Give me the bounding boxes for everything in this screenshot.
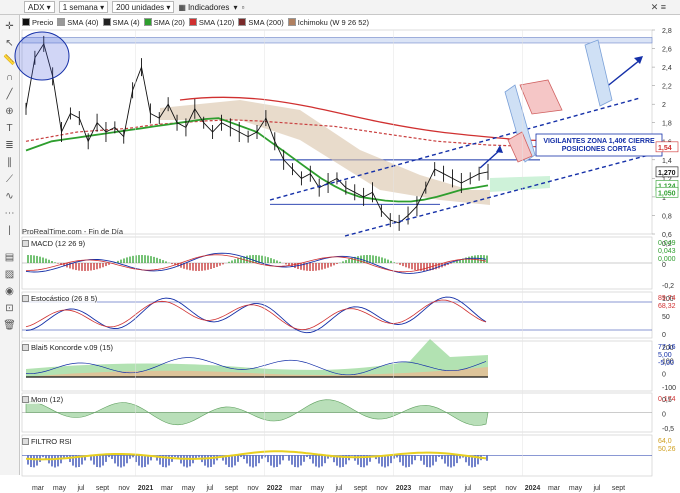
rsi-title: FILTRO RSI: [31, 437, 72, 446]
x-axis-label: may: [440, 485, 454, 492]
x-axis-label: mar: [548, 485, 561, 492]
x-axis-label: jul: [76, 485, 84, 492]
chart-canvas[interactable]: 2,82,62,42,221,81,61,41,210,80,61,541,27…: [0, 0, 680, 493]
stoch-value-label: 68,32: [658, 303, 676, 310]
x-axis-label: jul: [334, 485, 342, 492]
mom-value-label: 0,174: [658, 396, 676, 403]
panel-icon: [22, 295, 29, 302]
price-axis-label: 2,8: [662, 28, 672, 35]
x-axis-label: sept: [483, 485, 496, 492]
resistance-band: [21, 37, 653, 44]
price-axis-label: 2: [662, 102, 666, 109]
x-axis-label: sept: [612, 485, 625, 492]
price-value-label: 1,050: [658, 190, 676, 197]
x-axis-label: may: [311, 485, 325, 492]
x-axis-label: 2023: [396, 485, 412, 492]
data-source-label: ProRealTime.com - Fin de Día: [22, 227, 124, 236]
x-axis-label: nov: [505, 485, 517, 492]
macd-value-label: 0,049: [658, 240, 676, 247]
mom-title: Mom (12): [31, 395, 64, 404]
mom-axis-label: -0,5: [662, 426, 674, 433]
x-axis-label: nov: [247, 485, 259, 492]
koncorde-value-label: -5,00: [658, 360, 674, 367]
panel-icon: [22, 240, 29, 247]
price-axis-label: 0,6: [662, 232, 672, 239]
stoch-title: Estocástico (26 8 5): [31, 294, 98, 303]
stoch-axis-label: 0: [662, 332, 666, 339]
stoch-panel-title: Estocástico (26 8 5): [22, 294, 98, 303]
price-axis-label: 2,2: [662, 84, 672, 91]
macd-panel-title: MACD (12 26 9): [22, 239, 86, 248]
macd-axis-label: 0: [662, 262, 666, 269]
x-axis-label: sept: [96, 485, 109, 492]
price-value-label: 1,270: [658, 170, 676, 177]
macd-title: MACD (12 26 9): [31, 239, 86, 248]
koncorde-axis-label: 0: [662, 372, 666, 379]
x-axis-label: may: [53, 485, 67, 492]
price-axis-label: 1,8: [662, 121, 672, 128]
koncorde-value-label: 5,00: [658, 352, 672, 359]
x-axis-label: jul: [592, 485, 600, 492]
panel-icon: [22, 438, 29, 445]
stoch-value-label: 89,74: [658, 295, 676, 302]
koncorde-value-label: 77,16: [658, 344, 676, 351]
macd-value-label: 0,000: [658, 256, 676, 263]
macd-value-label: 0,043: [658, 248, 676, 255]
x-axis-label: nov: [118, 485, 130, 492]
x-axis-label: 2022: [267, 485, 283, 492]
x-axis-label: may: [569, 485, 583, 492]
price-axis-label: 1,4: [662, 158, 672, 165]
koncorde-panel-title: Blai5 Koncorde v.09 (15): [22, 343, 113, 352]
rsi-value-label: 50,26: [658, 446, 676, 453]
peak-highlight-circle: [14, 31, 70, 81]
x-axis-label: jul: [463, 485, 471, 492]
x-axis-label: sept: [225, 485, 238, 492]
rsi-value-label: 64,0: [658, 438, 672, 445]
macd-axis-label: -0,2: [662, 283, 674, 290]
x-axis-label: mar: [161, 485, 174, 492]
price-axis-label: 0,8: [662, 213, 672, 220]
x-axis-label: mar: [290, 485, 303, 492]
x-axis-label: jul: [205, 485, 213, 492]
x-axis-label: mar: [419, 485, 432, 492]
price-value-label: 1,54: [658, 145, 672, 152]
mom-panel-title: Mom (12): [22, 395, 64, 404]
x-axis-label: 2021: [138, 485, 154, 492]
rsi-panel-title: FILTRO RSI: [22, 437, 72, 446]
x-axis-label: 2024: [525, 485, 541, 492]
price-axis-label: 2,4: [662, 65, 672, 72]
x-axis-label: sept: [354, 485, 367, 492]
panel-icon: [22, 396, 29, 403]
annotation-text: VIGILANTES ZONA 1,40€ CIERRE POSICIONES …: [543, 138, 655, 153]
panel-icon: [22, 344, 29, 351]
mom-axis-label: 0: [662, 412, 666, 419]
price-axis-label: 2,6: [662, 47, 672, 54]
koncorde-title: Blai5 Koncorde v.09 (15): [31, 343, 113, 352]
stoch-axis-label: 50: [662, 314, 670, 321]
koncorde-axis-label: -100: [662, 385, 676, 392]
x-axis-label: may: [182, 485, 196, 492]
x-axis-label: mar: [32, 485, 45, 492]
x-axis-label: nov: [376, 485, 388, 492]
